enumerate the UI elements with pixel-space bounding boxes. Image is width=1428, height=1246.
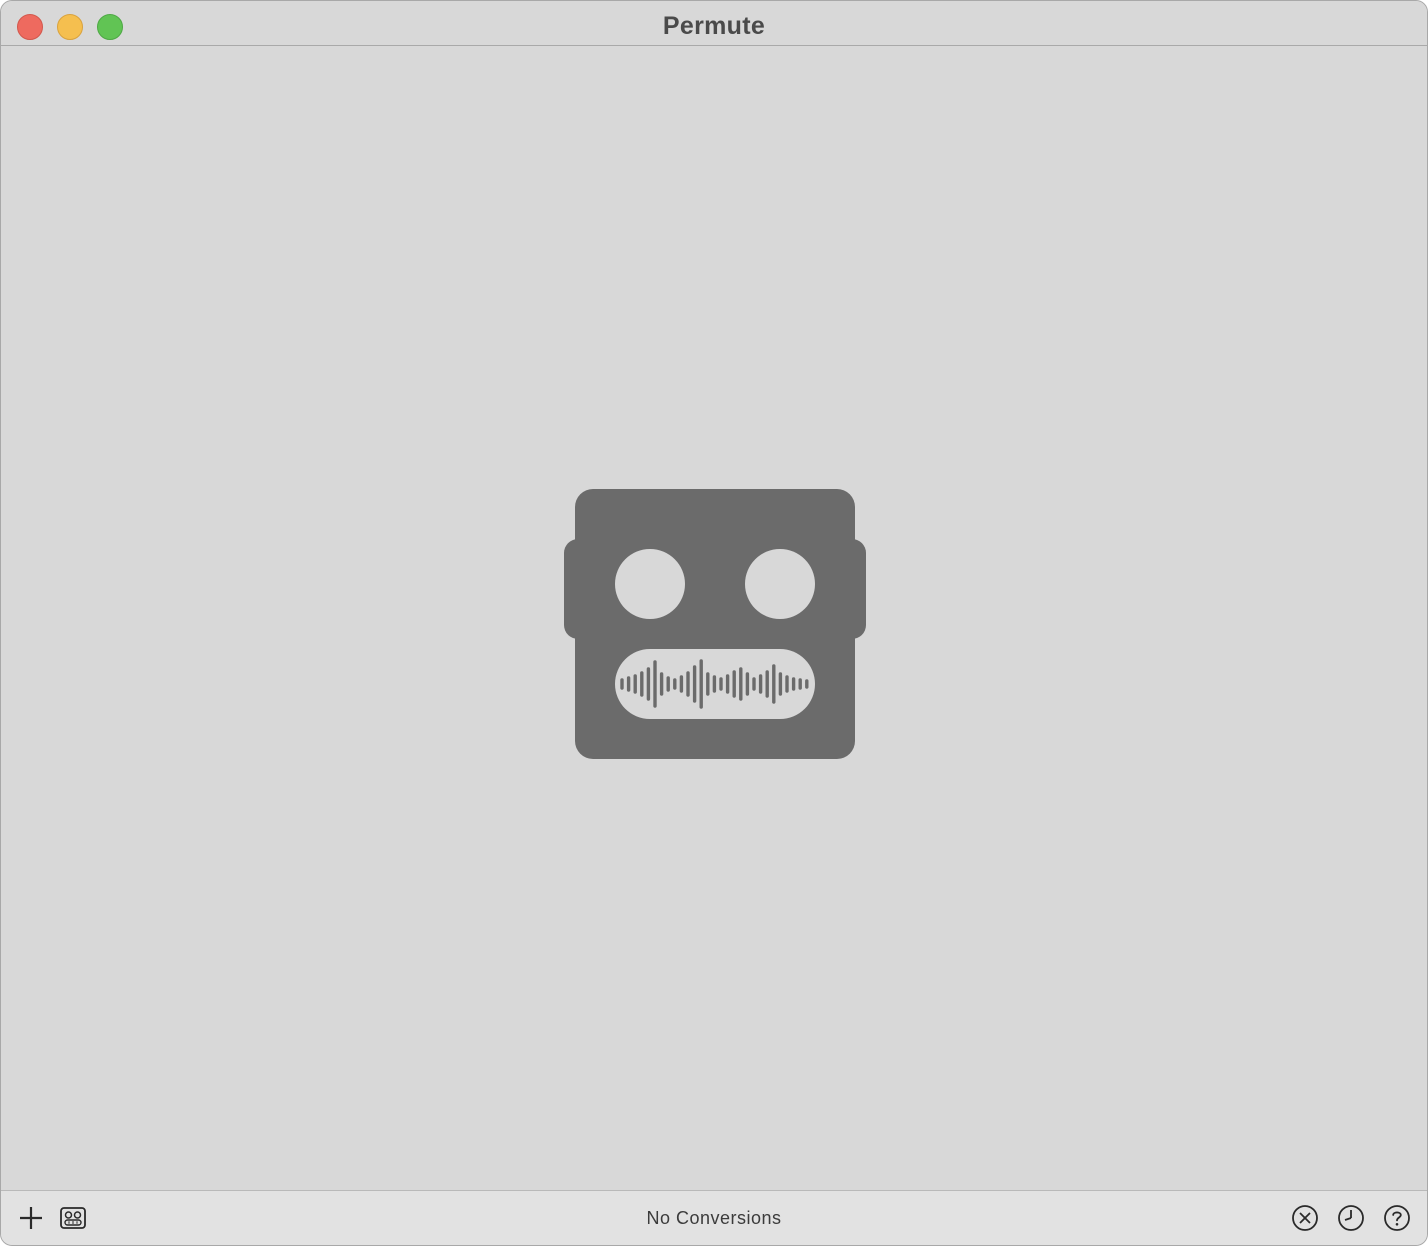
window-title: Permute [662,12,766,40]
help-icon [1384,1205,1410,1231]
clear-button[interactable] [1290,1203,1320,1233]
help-button[interactable] [1382,1203,1412,1233]
title-bar[interactable]: Permute [1,1,1427,46]
close-circle-icon [1292,1205,1318,1231]
app-window: Permute No Conversions [0,0,1428,1246]
drop-area[interactable] [1,46,1427,1190]
history-button[interactable] [1336,1203,1366,1233]
status-text: No Conversions [646,1208,782,1228]
bottom-toolbar: No Conversions [1,1190,1427,1245]
robot-waveform-icon [564,489,866,759]
clock-icon [1338,1205,1364,1231]
